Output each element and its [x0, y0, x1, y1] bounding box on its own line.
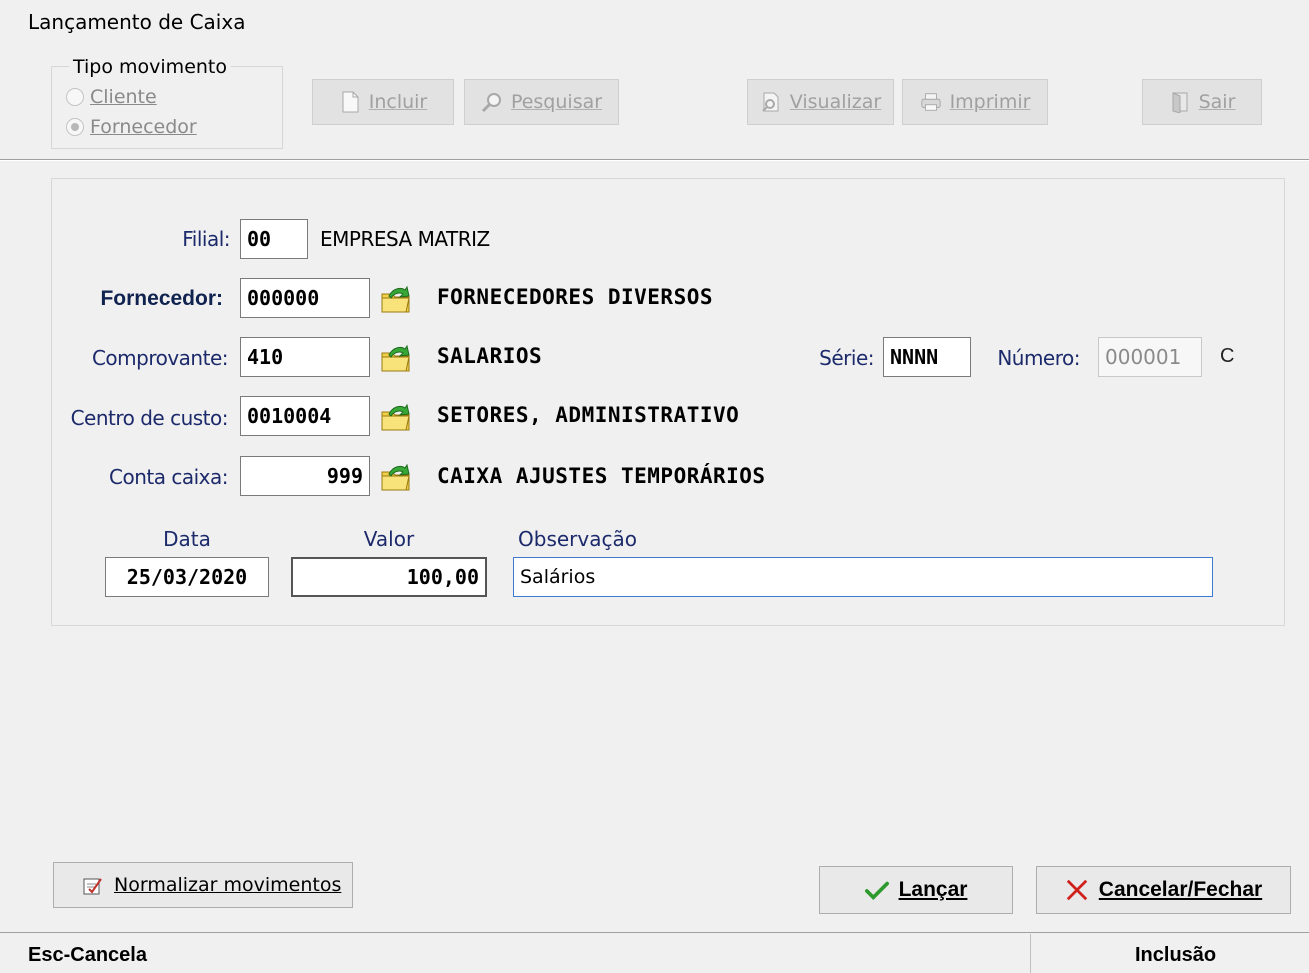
- normalizar-movimentos-button[interactable]: Normalizar movimentos: [53, 862, 353, 908]
- visualizar-button[interactable]: Visualizar: [747, 79, 894, 125]
- incluir-label: Incluir: [368, 91, 428, 113]
- pesquisar-button[interactable]: Pesquisar: [464, 79, 619, 125]
- status-left: Esc-Cancela: [28, 944, 147, 966]
- filial-field[interactable]: 00: [240, 219, 308, 259]
- centro-custo-description: SETORES, ADMINISTRATIVO: [437, 403, 740, 427]
- magnifier-icon: [481, 91, 503, 113]
- serie-field[interactable]: NNNN: [883, 337, 971, 377]
- conta-caixa-lookup-folder-icon[interactable]: [379, 460, 413, 494]
- incluir-button[interactable]: Incluir: [312, 79, 454, 125]
- printer-icon: [920, 91, 942, 113]
- filial-label: Filial:: [182, 227, 230, 251]
- radio-fornecedor-circle[interactable]: [66, 118, 84, 136]
- close-x-icon: [1065, 878, 1089, 902]
- normalizar-label: Normalizar movimentos: [114, 874, 342, 896]
- radio-cliente-label: Cliente: [90, 86, 157, 108]
- status-bar-divider: [0, 932, 1309, 933]
- observacao-field[interactable]: Salários: [513, 557, 1213, 597]
- serie-label: Série:: [819, 346, 874, 370]
- fornecedor-description: FORNECEDORES DIVERSOS: [437, 285, 714, 309]
- pesquisar-label: Pesquisar: [510, 91, 603, 113]
- comprovante-label: Comprovante:: [91, 346, 229, 370]
- status-separator: [1030, 934, 1031, 973]
- filial-description: EMPRESA MATRIZ: [320, 227, 490, 251]
- observacao-label: Observação: [518, 527, 637, 551]
- cancelar-label: Cancelar/Fechar: [1098, 878, 1263, 901]
- centro-custo-lookup-folder-icon[interactable]: [379, 400, 413, 434]
- window-title: Lançamento de Caixa: [28, 10, 246, 34]
- comprovante-field[interactable]: 410: [240, 337, 370, 377]
- lancar-label: Lançar: [898, 878, 968, 901]
- centro-custo-field[interactable]: 0010004: [240, 396, 370, 436]
- toolbar-divider-highlight: [0, 160, 1309, 161]
- radio-cliente[interactable]: Cliente: [66, 84, 157, 110]
- sair-label: Sair: [1198, 91, 1236, 113]
- conta-caixa-description: CAIXA AJUSTES TEMPORÁRIOS: [437, 464, 766, 488]
- numero-label: Número:: [997, 346, 1080, 370]
- numero-field[interactable]: 000001: [1098, 337, 1202, 377]
- data-label: Data: [163, 527, 211, 551]
- exit-door-icon: [1169, 91, 1191, 113]
- visualizar-label: Visualizar: [789, 91, 882, 113]
- imprimir-label: Imprimir: [949, 91, 1031, 113]
- imprimir-button[interactable]: Imprimir: [902, 79, 1048, 125]
- cancelar-fechar-button[interactable]: Cancelar/Fechar: [1036, 866, 1291, 914]
- conta-caixa-field[interactable]: 999: [240, 456, 370, 496]
- comprovante-description: SALARIOS: [437, 344, 543, 368]
- numero-suffix: C: [1220, 345, 1235, 367]
- radio-cliente-circle[interactable]: [66, 88, 84, 106]
- sair-button[interactable]: Sair: [1142, 79, 1262, 125]
- data-field[interactable]: 25/03/2020: [105, 557, 269, 597]
- radio-fornecedor[interactable]: Fornecedor: [66, 114, 197, 140]
- valor-label: Valor: [363, 527, 415, 551]
- status-right: Inclusão: [1135, 944, 1217, 966]
- fornecedor-field[interactable]: 000000: [240, 278, 370, 318]
- comprovante-lookup-folder-icon[interactable]: [379, 341, 413, 375]
- fornecedor-label: Fornecedor:: [100, 287, 223, 310]
- radio-fornecedor-label: Fornecedor: [90, 116, 197, 138]
- centro-custo-label: Centro de custo:: [70, 406, 229, 430]
- conta-caixa-label: Conta caixa:: [109, 465, 228, 489]
- valor-field[interactable]: 100,00: [291, 557, 487, 597]
- preview-icon: [760, 91, 782, 113]
- tipo-movimento-label: Tipo movimento: [69, 56, 231, 78]
- fornecedor-lookup-folder-icon[interactable]: [379, 282, 413, 316]
- lancar-button[interactable]: Lançar: [819, 866, 1013, 914]
- new-document-icon: [339, 91, 361, 113]
- checkmark-icon: [864, 878, 889, 902]
- checklist-icon: [80, 873, 104, 897]
